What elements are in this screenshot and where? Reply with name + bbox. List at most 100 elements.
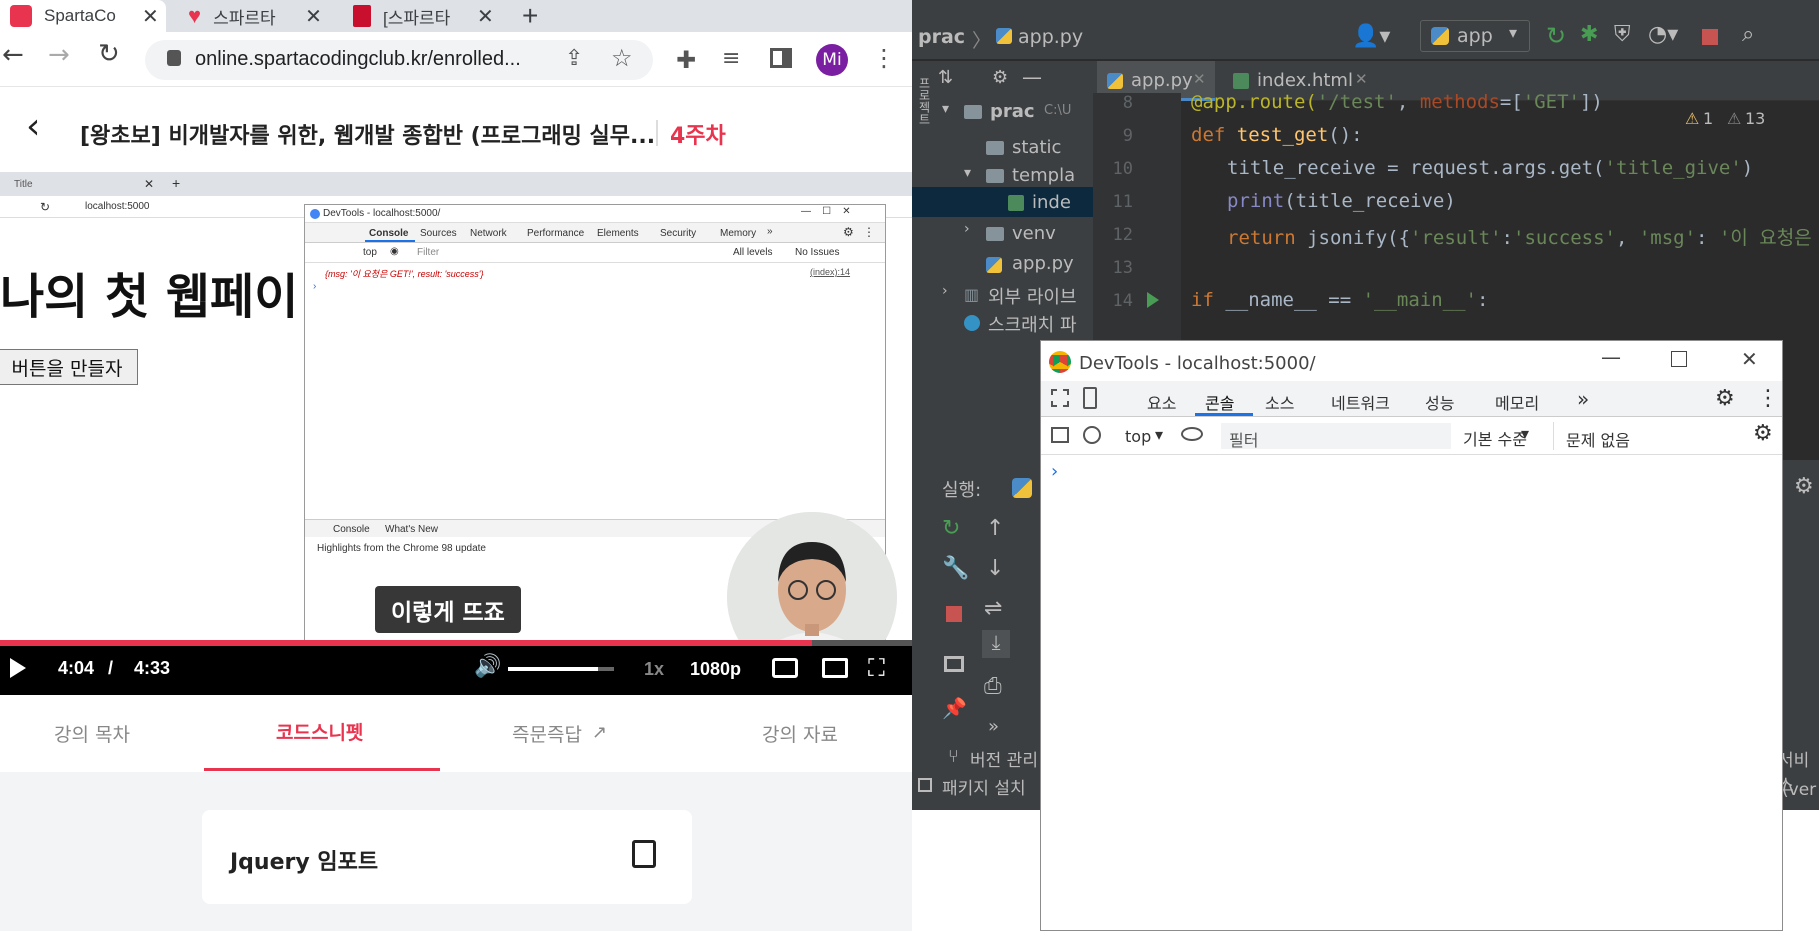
tab-memory[interactable]: 메모리 bbox=[1495, 390, 1539, 414]
pin-icon[interactable]: 📌 bbox=[942, 696, 967, 720]
captions-icon[interactable] bbox=[772, 658, 798, 678]
tab-codesnippet[interactable]: 코드스니펫 bbox=[276, 718, 363, 745]
speed-button[interactable]: 1x bbox=[644, 659, 664, 680]
issues-button[interactable]: 문제 없음 bbox=[1553, 422, 1645, 450]
profile-avatar[interactable]: Mi bbox=[816, 44, 848, 76]
menu-kebab-icon[interactable]: ⋮ bbox=[872, 44, 896, 72]
sidebar-toggle-icon[interactable] bbox=[1051, 427, 1069, 443]
tree-item-venv[interactable]: venv bbox=[1012, 223, 1056, 244]
clear-console-icon[interactable] bbox=[1083, 426, 1101, 444]
project-tool-label[interactable]: 프로젝트 bbox=[916, 77, 933, 125]
branch-icon: ⑂ bbox=[948, 746, 959, 767]
browser-tab-active[interactable]: SpartaCo ✕ bbox=[0, 0, 166, 32]
close-icon[interactable]: ✕ bbox=[1355, 70, 1368, 88]
tree-item-templates[interactable]: templa bbox=[1012, 165, 1075, 186]
tree-item-external-libs[interactable]: 외부 라이브 bbox=[988, 283, 1077, 309]
profile-icon[interactable]: ◔▾ bbox=[1648, 22, 1678, 47]
close-tab-icon[interactable]: ✕ bbox=[305, 4, 322, 29]
run-config-select[interactable]: app ▾ bbox=[1420, 20, 1530, 52]
browser-tab[interactable]: ♥ 스파르타 ✕ bbox=[180, 0, 330, 32]
coverage-icon[interactable]: ⛨ bbox=[1614, 22, 1631, 47]
breadcrumb-project[interactable]: prac bbox=[918, 26, 965, 48]
search-icon[interactable]: ⌕ bbox=[1742, 22, 1754, 47]
back-chevron-icon[interactable]: ‹ bbox=[26, 106, 40, 147]
tab-toc[interactable]: 강의 목차 bbox=[54, 720, 130, 747]
arrow-up-icon[interactable]: ↑ bbox=[986, 516, 1004, 541]
tab-console[interactable]: 콘솔 bbox=[1205, 390, 1234, 414]
eye-icon[interactable] bbox=[1181, 427, 1203, 441]
tree-root[interactable]: prac bbox=[990, 101, 1035, 122]
inspect-icon[interactable] bbox=[1051, 389, 1069, 407]
stop-icon[interactable] bbox=[946, 606, 962, 622]
fullscreen-icon[interactable]: ⛶ bbox=[868, 654, 885, 682]
scroll-end-icon[interactable]: ⤓ bbox=[982, 630, 1010, 658]
play-icon[interactable] bbox=[10, 658, 26, 678]
reload-icon[interactable]: ↻ bbox=[98, 39, 120, 69]
tree-item-apppy[interactable]: app.py bbox=[1012, 253, 1074, 274]
close-tab-icon[interactable]: ✕ bbox=[477, 4, 494, 29]
rerun-icon[interactable]: ↻ bbox=[1546, 22, 1566, 50]
pip-icon[interactable] bbox=[822, 658, 848, 678]
collapse-all-icon[interactable]: ⇅ bbox=[938, 67, 953, 88]
close-tab-icon[interactable]: ✕ bbox=[142, 4, 159, 29]
print-icon[interactable]: ⎙ bbox=[984, 674, 1002, 699]
side-panel-icon[interactable] bbox=[770, 48, 792, 68]
levels-select[interactable]: 기본 수준 bbox=[1463, 426, 1527, 450]
copy-icon[interactable] bbox=[632, 840, 656, 868]
tab-sources[interactable]: 소스 bbox=[1265, 390, 1294, 414]
code-editor[interactable]: 8 9 10 11 12 13 14 @app.route('/test', m… bbox=[1093, 91, 1819, 341]
minimize-icon[interactable]: — bbox=[1601, 345, 1621, 369]
new-tab-button[interactable]: + bbox=[522, 0, 538, 32]
close-icon[interactable]: ✕ bbox=[1193, 70, 1206, 88]
tab-qa[interactable]: 즉문즉답 bbox=[512, 720, 582, 747]
layout-icon[interactable] bbox=[944, 656, 964, 672]
tab-network[interactable]: 네트워크 bbox=[1331, 390, 1390, 414]
maximize-icon[interactable] bbox=[1671, 351, 1687, 367]
browser-tab[interactable]: [스파르타 ✕ bbox=[345, 0, 495, 32]
console-prompt-icon[interactable]: › bbox=[1051, 461, 1058, 482]
video-player[interactable]: Title ✕ + ↻ localhost:5000 나의 첫 웹페이 버튼을 … bbox=[0, 172, 912, 695]
gear-icon[interactable]: ⚙ bbox=[992, 67, 1008, 88]
volume-slider[interactable] bbox=[508, 667, 614, 671]
packages-tool-button[interactable]: 패키지 설치 bbox=[942, 774, 1026, 799]
rerun-icon[interactable]: ↻ bbox=[942, 516, 960, 541]
filter-input[interactable]: 필터 bbox=[1221, 423, 1451, 450]
device-toolbar-icon[interactable] bbox=[1083, 387, 1097, 409]
vcs-tool-button[interactable]: 버전 관리 bbox=[970, 746, 1038, 771]
tree-item-static[interactable]: static bbox=[1012, 137, 1061, 158]
soft-wrap-icon[interactable]: ⇌ bbox=[984, 596, 1002, 621]
wrench-icon[interactable]: 🔧 bbox=[942, 556, 969, 581]
gear-icon[interactable]: ⚙ bbox=[1715, 386, 1735, 411]
run-gutter-icon[interactable] bbox=[1147, 292, 1159, 308]
quality-button[interactable]: 1080p bbox=[690, 659, 741, 680]
minimize-icon[interactable]: — bbox=[1022, 65, 1042, 89]
more-tabs-icon[interactable]: » bbox=[1577, 387, 1589, 411]
volume-icon[interactable]: 🔊 bbox=[474, 654, 501, 679]
kebab-icon[interactable]: ⋮ bbox=[1757, 386, 1779, 411]
progress-track[interactable] bbox=[0, 640, 912, 646]
arrow-down-icon[interactable]: ↓ bbox=[986, 556, 1004, 581]
share-icon[interactable]: ⇪ bbox=[565, 46, 583, 71]
python-file-icon bbox=[1107, 73, 1123, 89]
breadcrumb-file[interactable]: app.py bbox=[1018, 26, 1083, 48]
star-icon[interactable]: ☆ bbox=[611, 44, 633, 72]
media-control-icon[interactable]: ≡ bbox=[722, 46, 740, 71]
tab-elements[interactable]: 요소 bbox=[1147, 390, 1176, 414]
debug-bug-icon[interactable]: ✱ bbox=[1580, 22, 1598, 47]
gutter: 8 9 10 11 12 13 14 bbox=[1093, 93, 1181, 341]
context-select[interactable]: top bbox=[1125, 427, 1151, 446]
tab-performance[interactable]: 성능 bbox=[1425, 390, 1454, 414]
tab-materials[interactable]: 강의 자료 bbox=[762, 720, 838, 747]
back-arrow-icon[interactable]: ← bbox=[2, 40, 24, 70]
gear-icon[interactable]: ⚙ bbox=[1794, 474, 1814, 499]
snippet-card[interactable]: Jquery 임포트 bbox=[202, 810, 692, 904]
forward-arrow-icon[interactable]: → bbox=[48, 40, 70, 70]
extensions-icon[interactable]: ✚ bbox=[676, 46, 696, 74]
gear-icon[interactable]: ⚙ bbox=[1753, 421, 1773, 446]
user-icon[interactable]: 👤▾ bbox=[1352, 24, 1390, 49]
tree-item-scratches[interactable]: 스크래치 파 bbox=[988, 311, 1077, 337]
stop-icon[interactable] bbox=[1702, 29, 1718, 45]
more-icon[interactable]: » bbox=[988, 716, 999, 737]
tree-item-index[interactable]: inde bbox=[1032, 192, 1071, 213]
close-icon[interactable]: ✕ bbox=[1741, 347, 1758, 371]
